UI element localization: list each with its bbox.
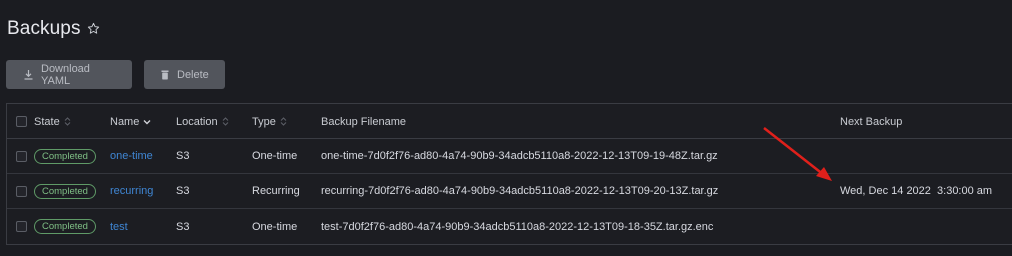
sort-desc-icon <box>143 119 151 125</box>
status-badge: Completed <box>34 183 96 199</box>
type-cell: Recurring <box>252 185 300 197</box>
col-header-name-label: Name <box>110 115 140 128</box>
delete-label: Delete <box>177 68 209 81</box>
delete-button[interactable]: Delete <box>144 60 225 89</box>
download-icon <box>24 69 33 80</box>
table-row[interactable]: Completed test S3 One-time test-7d0f2f76… <box>7 209 1012 244</box>
filename-cell: recurring-7d0f2f76-ad80-4a74-90b9-34adcb… <box>321 185 719 197</box>
col-header-location[interactable]: Location <box>176 104 229 139</box>
type-cell: One-time <box>252 150 298 162</box>
col-header-backup-filename: Backup Filename <box>321 104 406 139</box>
sort-icon <box>222 117 229 126</box>
name-cell: recurring <box>110 174 153 208</box>
type-cell: One-time <box>252 220 298 233</box>
backups-table: State Name Location Type Backup Filename <box>6 103 1012 245</box>
table-header: State Name Location Type Backup Filename <box>7 104 1012 139</box>
trash-icon <box>161 70 169 80</box>
sort-icon <box>280 117 287 126</box>
backup-name-link[interactable]: recurring <box>110 185 153 197</box>
col-header-next-backup-label: Next Backup <box>840 115 903 128</box>
sort-icon <box>64 117 71 126</box>
col-header-location-label: Location <box>176 115 218 128</box>
state-cell: Completed <box>34 209 96 244</box>
row-checkbox-cell <box>16 139 27 173</box>
filename-cell: test-7d0f2f76-ad80-4a74-90b9-34adcb5110a… <box>321 220 714 233</box>
location-cell: S3 <box>176 185 190 197</box>
backup-name-link[interactable]: one-time <box>110 150 153 162</box>
location-cell: S3 <box>176 220 190 233</box>
row-checkbox[interactable] <box>16 150 27 162</box>
row-checkbox-cell <box>16 174 27 208</box>
download-yaml-label: Download YAML <box>41 62 90 87</box>
row-checkbox[interactable] <box>16 221 27 232</box>
col-header-state[interactable]: State <box>34 104 71 139</box>
col-header-backup-filename-label: Backup Filename <box>321 115 406 128</box>
backup-name-link[interactable]: test <box>110 221 128 233</box>
col-header-type-label: Type <box>252 115 276 128</box>
state-cell: Completed <box>34 139 96 173</box>
col-header-next-backup: Next Backup <box>840 104 902 139</box>
row-checkbox-cell <box>16 209 27 244</box>
select-all-checkbox-cell <box>16 104 27 139</box>
name-cell: one-time <box>110 139 153 173</box>
filename-cell: one-time-7d0f2f76-ad80-4a74-90b9-34adcb5… <box>321 150 718 162</box>
table-row[interactable]: Completed one-time S3 One-time one-time-… <box>7 139 1012 174</box>
next-backup-cell: Wed, Dec 14 2022 3:30:00 am <box>840 185 993 197</box>
page-title: Backups <box>7 18 81 39</box>
status-badge: Completed <box>34 219 96 234</box>
star-outline-icon[interactable] <box>87 22 101 36</box>
row-checkbox[interactable] <box>16 185 27 197</box>
col-header-type[interactable]: Type <box>252 104 287 139</box>
toolbar: Download YAML Delete <box>6 60 225 89</box>
state-cell: Completed <box>34 174 96 208</box>
location-cell: S3 <box>176 150 190 162</box>
col-header-name[interactable]: Name <box>110 104 151 139</box>
download-yaml-button[interactable]: Download YAML <box>6 60 132 89</box>
name-cell: test <box>110 209 128 244</box>
status-badge: Completed <box>34 148 96 164</box>
page-header: Backups <box>7 16 101 42</box>
col-header-state-label: State <box>34 115 60 128</box>
table-row[interactable]: Completed recurring S3 Recurring recurri… <box>7 174 1012 209</box>
select-all-checkbox[interactable] <box>16 116 27 127</box>
